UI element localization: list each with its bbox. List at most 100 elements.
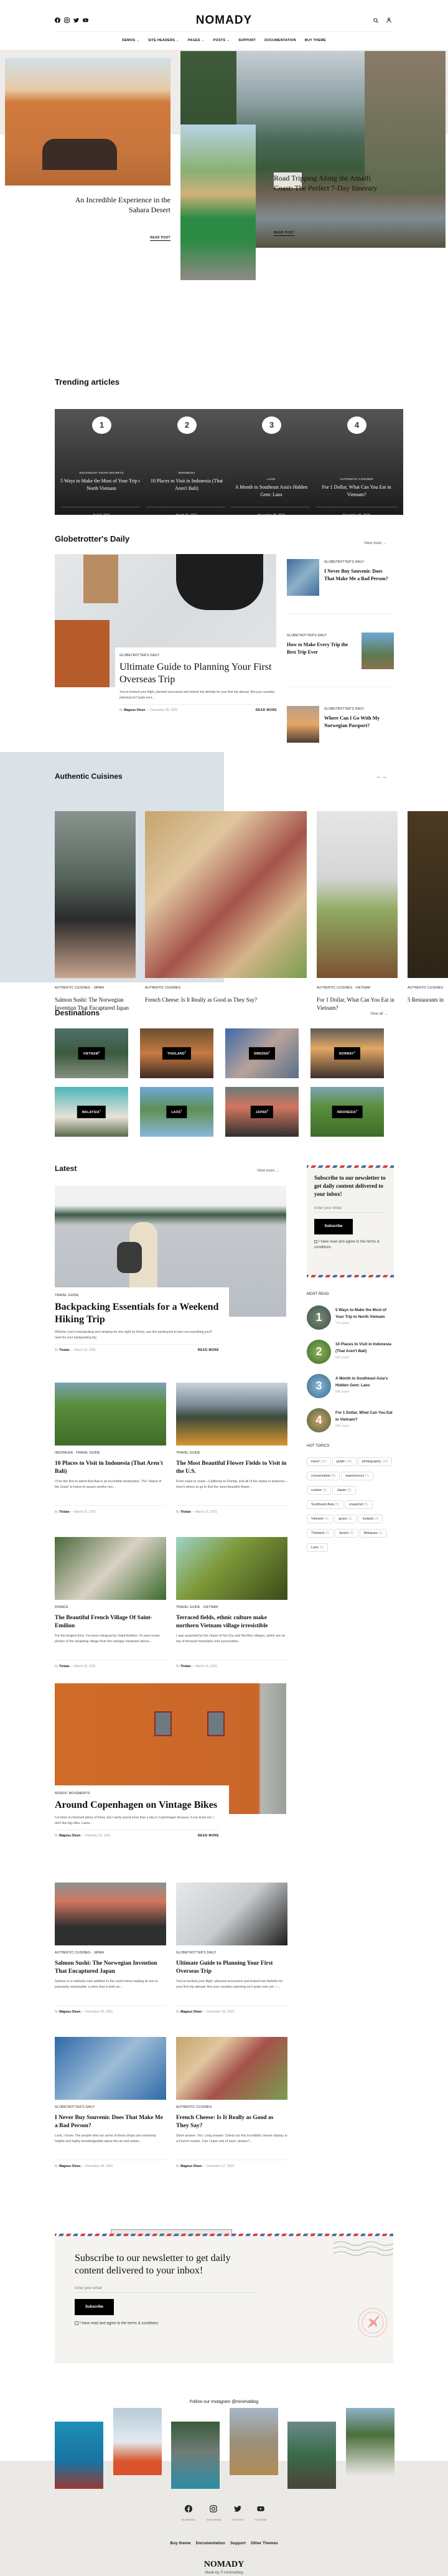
author-link[interactable]: Tristan xyxy=(59,1348,69,1352)
cuisine-image[interactable] xyxy=(145,811,307,978)
trending-category[interactable]: INDONESIA xyxy=(140,471,233,474)
side-post-title[interactable]: I Never Buy Souvenir. Does That Make Me … xyxy=(324,568,393,583)
side-post-image[interactable] xyxy=(287,559,319,596)
copenhagen-title[interactable]: Around Copenhagen on Vintage Bikes xyxy=(55,1799,229,1812)
side-post-category[interactable]: GLOBETROTTER'S DAILY xyxy=(324,707,393,711)
footer-social-twitter[interactable]: TWITTER xyxy=(232,2504,243,2521)
instagram-photo[interactable] xyxy=(55,2422,103,2489)
destination-malaysia[interactable]: MALAYSIA1 xyxy=(55,1087,128,1137)
topic-tag[interactable]: cuisine (6) xyxy=(307,1486,332,1495)
author-link[interactable]: Magnus Olsen xyxy=(124,708,145,712)
post-title[interactable]: 10 Places to Visit in Indonesia (That Ar… xyxy=(55,1460,166,1476)
instagram-photo[interactable] xyxy=(171,2422,220,2489)
author-link[interactable]: Magnus Olsen xyxy=(59,2010,80,2014)
cuisine-image[interactable] xyxy=(317,811,398,978)
amalfi-title[interactable]: Road Tripping Along the Amalfi Coast: Th… xyxy=(274,173,380,193)
sahara-title[interactable]: An Incredible Experience in the Sahara D… xyxy=(62,195,170,215)
destination-indonesia[interactable]: INDONESIA3 xyxy=(310,1087,384,1137)
sahara-read-post[interactable]: READ POST xyxy=(150,236,170,241)
nav-item-documentation[interactable]: DOCUMENTATION xyxy=(264,39,296,42)
cuisine-title[interactable]: 5 Restaurants in xyxy=(408,996,448,1004)
main-read-more[interactable]: READ MORE xyxy=(256,708,277,712)
side-post-image[interactable] xyxy=(287,706,319,743)
amalfi-read-post[interactable]: READ POST xyxy=(274,231,294,236)
post-title[interactable]: Ultimate Guide to Planning Your First Ov… xyxy=(176,1960,287,1976)
most-read-title[interactable]: 5 Ways to Make the Most of Your Trip to … xyxy=(335,1307,394,1320)
post-title[interactable]: Salmon Sushi: The Norwegian Invention Th… xyxy=(55,1960,166,1976)
side-post-category[interactable]: GLOBETROTTER'S DAILY xyxy=(324,560,393,564)
author-link[interactable]: Magnus Olsen xyxy=(59,2165,80,2168)
post-category[interactable]: AUTHENTIC CUISINES · JAPAN xyxy=(55,1951,166,1955)
nav-item-buy-theme[interactable]: BUY THEME xyxy=(305,39,326,42)
newsletter-email-input[interactable] xyxy=(75,2285,255,2293)
author-link[interactable]: Tristan xyxy=(180,1510,190,1514)
post-category[interactable]: FRANCE xyxy=(55,1605,166,1609)
amalfi-image[interactable] xyxy=(180,125,256,280)
post-image[interactable] xyxy=(176,1537,287,1600)
post-category[interactable]: AUTHENTIC CUISINES xyxy=(176,2105,287,2109)
most-read-thumb[interactable]: 4 xyxy=(307,1408,331,1432)
cuisine-image[interactable] xyxy=(55,811,136,978)
globetrotter-view-more[interactable]: View more → xyxy=(364,542,386,545)
arrow-left-icon[interactable]: ← xyxy=(376,773,381,779)
trending-title[interactable]: 5 Ways to Make the Most of Your Trip to … xyxy=(60,477,143,492)
topic-tag[interactable]: Laos (1) xyxy=(307,1543,329,1552)
copenhagen-category[interactable]: NORDIC MOVEMENTS xyxy=(55,1792,229,1795)
side-post-title[interactable]: How to Make Every Trip the Best Trip Eve… xyxy=(287,641,352,656)
trending-title[interactable]: A Month in Southeast Asia's Hidden Gem: … xyxy=(230,484,313,499)
cuisine-category[interactable]: AUTHENTIC CUISINES xyxy=(145,986,288,990)
sidebar-email-input[interactable] xyxy=(314,1205,386,1213)
nav-item-support[interactable]: SUPPORT xyxy=(238,39,256,42)
post-image[interactable] xyxy=(55,1883,166,1945)
destination-laos[interactable]: LAOS1 xyxy=(140,1087,213,1137)
logo[interactable]: NOMADY xyxy=(0,14,448,27)
trending-card[interactable]: 3 LAOS A Month in Southeast Asia's Hidden … xyxy=(225,409,318,517)
cuisine-title[interactable]: French Cheese: Is It Really as Good as T… xyxy=(145,996,288,1004)
destination-japan[interactable]: JAPAN5 xyxy=(225,1087,299,1137)
footer-link[interactable]: Buy theme xyxy=(170,2541,190,2545)
topic-tag[interactable]: Vietnam (4) xyxy=(307,1515,334,1523)
most-read-thumb[interactable]: 3 xyxy=(307,1374,331,1398)
arrow-right-icon[interactable]: → xyxy=(381,773,387,779)
side-post-image[interactable] xyxy=(362,632,394,669)
author-link[interactable]: Magnus Olsen xyxy=(180,2010,202,2014)
trending-category[interactable]: SOUTHEAST ASIAN SECRETS xyxy=(55,471,148,474)
topic-tag[interactable]: Malaysia (1) xyxy=(359,1529,387,1538)
post-image[interactable] xyxy=(176,2037,287,2100)
destination-norway[interactable]: NORWAY2 xyxy=(310,1028,384,1078)
post-category[interactable]: INDONESIA · TRAVEL GUIDE xyxy=(55,1451,166,1455)
post-category[interactable]: TRAVEL GUIDE xyxy=(176,1451,287,1455)
side-post-category[interactable]: GLOBETROTTER'S DAILY xyxy=(287,634,352,637)
topic-tag[interactable]: travel (22) xyxy=(307,1457,331,1466)
post-image[interactable] xyxy=(176,1883,287,1945)
cuisine-title[interactable]: For 1 Dollar, What Can You Eat in Vietna… xyxy=(317,996,398,1012)
footer-social-facebook[interactable]: FACEBOOK xyxy=(182,2504,195,2521)
cuisine-category[interactable]: AUTHENTIC CUISINES · VIETNAM xyxy=(317,986,398,990)
newsletter-terms-checkbox[interactable] xyxy=(75,2321,78,2325)
main-category[interactable]: GLOBETROTTER'S DAILY xyxy=(119,654,277,657)
topic-tag[interactable]: guide (18) xyxy=(332,1457,357,1466)
most-read-thumb[interactable]: 1 xyxy=(307,1305,331,1330)
post-title[interactable]: I Never Buy Souvenir. Does That Make Me … xyxy=(55,2114,166,2130)
instagram-heading[interactable]: Follow our Instagram @minimaldog xyxy=(0,2400,448,2404)
cuisine-category[interactable]: AUTHENTIC CUISINES · JAPAN xyxy=(55,986,136,990)
author-link[interactable]: Magnus Olsen xyxy=(180,2165,202,2168)
featured-title[interactable]: Backpacking Essentials for a Weekend Hik… xyxy=(55,1301,229,1326)
topic-tag[interactable]: Japan (6) xyxy=(332,1486,356,1495)
trending-category[interactable]: AUTHENTIC CUISINES xyxy=(310,477,403,481)
trending-title[interactable]: 10 Places to Visit in Indonesia (That Ar… xyxy=(145,477,228,492)
topic-tag[interactable]: gears (2) xyxy=(334,1515,357,1523)
destinations-view-all[interactable]: View all → xyxy=(370,1012,388,1016)
post-image[interactable] xyxy=(176,1383,287,1445)
trending-card[interactable]: 2 INDONESIA 10 Places to Visit in Indonesi… xyxy=(140,409,233,517)
destination-thailand[interactable]: THAILAND2 xyxy=(140,1028,213,1078)
copenhagen-read-more[interactable]: READ MORE xyxy=(198,1834,219,1838)
instagram-photo[interactable] xyxy=(346,2408,394,2475)
cuisine-image[interactable] xyxy=(408,811,448,978)
post-title[interactable]: The Beautiful French Village Of Saint-Em… xyxy=(55,1614,166,1630)
post-image[interactable] xyxy=(55,1537,166,1600)
most-read-thumb[interactable]: 2 xyxy=(307,1340,331,1364)
topic-tag[interactable]: Southeast Asia (5) xyxy=(307,1500,343,1509)
footer-logo[interactable]: NOMADY xyxy=(0,2560,448,2570)
instagram-photo[interactable] xyxy=(287,2422,337,2489)
